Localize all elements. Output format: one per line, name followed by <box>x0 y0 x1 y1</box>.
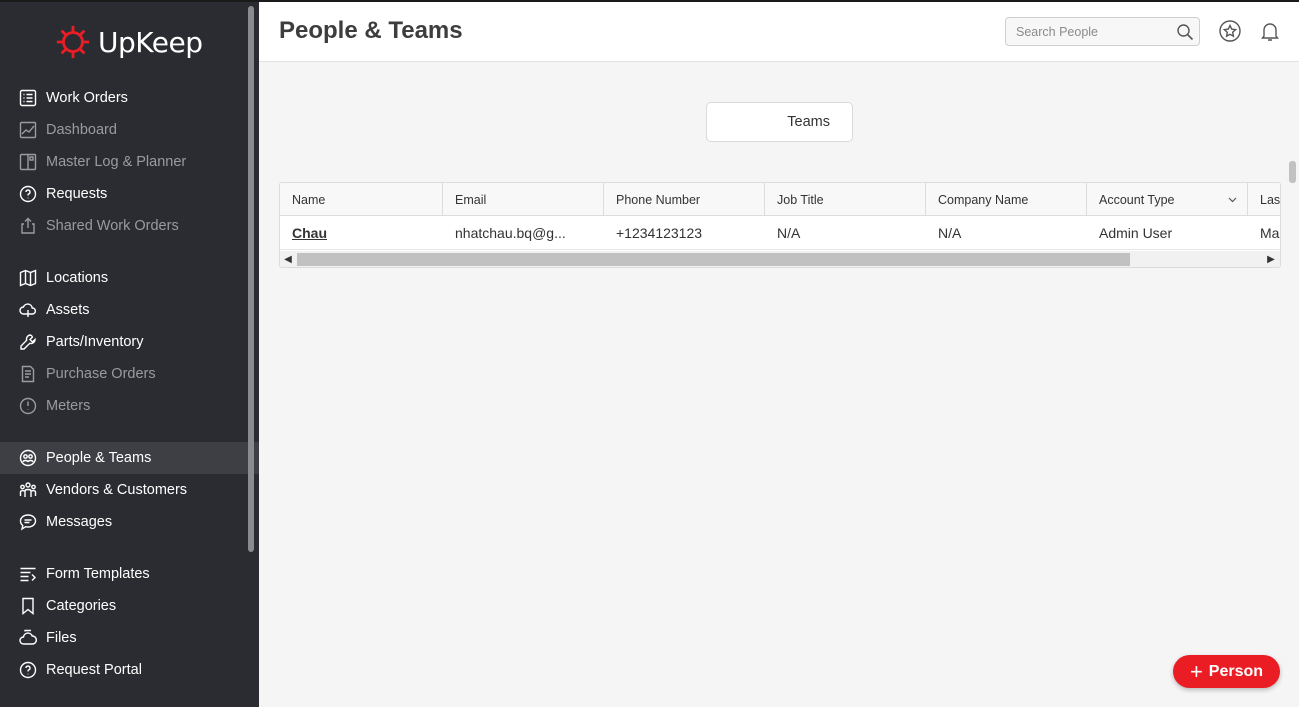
sidebar-item-label: Requests <box>46 186 108 202</box>
person-job-title: N/A <box>777 225 801 241</box>
sidebar-item-label: Assets <box>46 302 90 318</box>
sidebar-item-dashboard[interactable]: Dashboard <box>0 114 259 146</box>
sidebar-item-label: Parts/Inventory <box>46 334 144 350</box>
column-header-account-type[interactable]: Account Type <box>1087 183 1248 216</box>
sidebar-item-label: Request Portal <box>46 662 142 678</box>
chevron-down-icon[interactable] <box>1228 197 1237 203</box>
sidebar-item-vendors-customers[interactable]: Vendors & Customers <box>0 474 259 506</box>
sidebar-item-label: Form Templates <box>46 566 150 582</box>
scroll-left-arrow-icon[interactable]: ◀ <box>280 251 296 267</box>
person-name-link[interactable]: Chau <box>280 216 327 250</box>
column-header-email[interactable]: Email <box>443 183 604 216</box>
tab-teams[interactable]: Teams <box>706 102 853 142</box>
cloud-icon <box>18 300 38 320</box>
plus-icon: + <box>1189 658 1203 684</box>
sidebar-item-label: Files <box>46 630 77 646</box>
column-header-phone[interactable]: Phone Number <box>604 183 765 216</box>
scrollbar-thumb[interactable] <box>297 253 1130 266</box>
column-header-last[interactable]: Last <box>1248 183 1280 216</box>
sidebar-item-label: Purchase Orders <box>46 366 156 382</box>
wrench-icon <box>18 332 38 352</box>
sidebar-item-form-templates[interactable]: Form Templates <box>0 558 259 590</box>
notification-bell-icon[interactable] <box>1258 19 1282 43</box>
sidebar-item-purchase-orders[interactable]: Purchase Orders <box>0 358 259 390</box>
gauge-icon <box>18 396 38 416</box>
sidebar-item-label: Meters <box>46 398 91 414</box>
person-email: nhatchau.bq@g... <box>455 225 566 241</box>
sidebar-item-meters[interactable]: Meters <box>0 390 259 422</box>
page-header: People & Teams <box>259 2 1299 62</box>
planner-icon <box>18 152 38 172</box>
search-input[interactable] <box>1006 18 1166 45</box>
person-company: N/A <box>938 225 962 241</box>
page-title: People & Teams <box>279 17 463 44</box>
table-row[interactable]: Chau nhatchau.bq@g... +1234123123 N/A N/… <box>280 216 1280 250</box>
search-box[interactable] <box>1005 17 1200 46</box>
files-icon <box>18 628 38 648</box>
people-icon <box>18 448 38 468</box>
sidebar-item-categories[interactable]: Categories <box>0 590 259 622</box>
bookmark-icon <box>18 596 38 616</box>
column-header-label: Account Type <box>1099 192 1175 207</box>
sidebar-item-shared-work-orders[interactable]: Shared Work Orders <box>0 210 259 242</box>
table-horizontal-scrollbar[interactable]: ◀ ▶ <box>280 251 1280 267</box>
sidebar-item-label: Shared Work Orders <box>46 218 179 234</box>
sidebar-item-assets[interactable]: Assets <box>0 294 259 326</box>
sidebar-item-label: Categories <box>46 598 117 614</box>
sidebar: UpKeep Work Orders Dashboard Master Log … <box>0 0 259 707</box>
list-icon <box>18 88 38 108</box>
form-icon <box>18 564 38 584</box>
person-account-type: Admin User <box>1099 225 1173 241</box>
sidebar-item-label: Locations <box>46 270 109 286</box>
table-header: Name Email Phone Number Job Title Compan… <box>280 183 1280 216</box>
sidebar-item-label: Work Orders <box>46 90 128 106</box>
top-border <box>0 0 1299 2</box>
group-icon <box>18 480 38 500</box>
map-icon <box>18 268 38 288</box>
sidebar-item-locations[interactable]: Locations <box>0 262 259 294</box>
share-icon <box>18 216 38 236</box>
favorites-star-icon[interactable] <box>1218 19 1242 43</box>
sidebar-item-work-orders[interactable]: Work Orders <box>0 82 259 114</box>
portal-icon <box>18 660 38 680</box>
sidebar-item-requests[interactable]: Requests <box>0 178 259 210</box>
column-header-name[interactable]: Name <box>280 183 443 216</box>
sidebar-item-label: Messages <box>46 514 113 530</box>
sidebar-item-request-portal[interactable]: Request Portal <box>0 654 259 686</box>
sidebar-item-label: Master Log & Planner <box>46 154 187 170</box>
sidebar-item-files[interactable]: Files <box>0 622 259 654</box>
upkeep-logo[interactable]: UpKeep <box>54 22 203 62</box>
sidebar-item-messages[interactable]: Messages <box>0 506 259 538</box>
chart-icon <box>18 120 38 140</box>
document-icon <box>18 364 38 384</box>
column-header-company[interactable]: Company Name <box>926 183 1087 216</box>
question-icon <box>18 184 38 204</box>
gear-logo-icon <box>56 25 90 59</box>
logo-text: UpKeep <box>98 25 203 59</box>
sidebar-scrollbar[interactable] <box>248 6 254 552</box>
sidebar-item-label: Dashboard <box>46 122 117 138</box>
people-table: Name Email Phone Number Job Title Compan… <box>279 182 1281 268</box>
page-vertical-scrollbar[interactable] <box>1289 161 1296 183</box>
column-header-job-title[interactable]: Job Title <box>765 183 926 216</box>
add-person-button[interactable]: + Person <box>1173 655 1280 688</box>
search-icon[interactable] <box>1176 23 1194 41</box>
sidebar-item-label: People & Teams <box>46 450 152 466</box>
sidebar-item-label: Vendors & Customers <box>46 482 188 498</box>
chat-icon <box>18 512 38 532</box>
sidebar-item-master-log[interactable]: Master Log & Planner <box>0 146 259 178</box>
tab-teams-label: Teams <box>787 114 830 130</box>
scroll-right-arrow-icon[interactable]: ▶ <box>1263 251 1279 267</box>
sidebar-item-parts-inventory[interactable]: Parts/Inventory <box>0 326 259 358</box>
person-last: Ma <box>1260 225 1280 241</box>
add-person-label: Person <box>1208 662 1264 680</box>
sidebar-item-people-teams[interactable]: People & Teams <box>0 442 259 474</box>
person-phone: +1234123123 <box>616 225 703 241</box>
